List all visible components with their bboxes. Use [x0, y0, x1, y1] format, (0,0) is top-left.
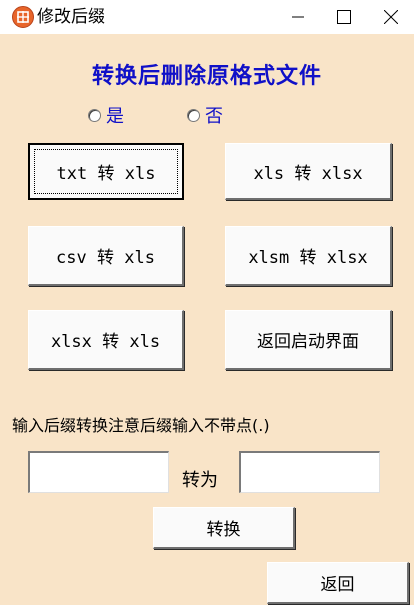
title-bar[interactable]: 修改后缀	[0, 0, 414, 34]
convert-label: 转换	[206, 520, 241, 540]
convert-button[interactable]: 转换	[153, 507, 295, 549]
xls-to-xlsx-button[interactable]: xls 转 xlsx	[225, 143, 392, 200]
suffix-hint: 输入后缀转换注意后缀输入不带点(.)	[12, 416, 270, 435]
maximize-icon	[337, 10, 351, 24]
xls-to-xlsx-label: xls 转 xlsx	[253, 163, 363, 184]
focus-ring	[34, 149, 178, 194]
back-button[interactable]: 返回	[267, 562, 409, 604]
close-button[interactable]	[368, 0, 414, 34]
radio-no-label: 否	[205, 106, 223, 127]
window-title: 修改后缀	[37, 7, 105, 27]
app-icon	[12, 6, 34, 28]
back-label: 返回	[320, 575, 355, 595]
xlsm-to-xlsx-label: xlsm 转 xlsx	[248, 248, 368, 268]
radio-yes[interactable]: 是	[88, 105, 124, 127]
radio-yes-circle[interactable]	[88, 108, 101, 122]
minimize-button[interactable]	[275, 0, 321, 34]
radio-no[interactable]: 否	[187, 105, 223, 127]
back-to-launch-button[interactable]: 返回启动界面	[225, 310, 392, 370]
back-to-launch-label: 返回启动界面	[257, 332, 359, 352]
xlsx-to-xls-button[interactable]: xlsx 转 xls	[28, 310, 184, 370]
xlsx-to-xls-label: xlsx 转 xls	[50, 332, 161, 352]
radio-yes-label: 是	[106, 106, 124, 127]
close-icon	[384, 10, 398, 24]
to-suffix-input[interactable]	[239, 451, 380, 493]
from-suffix-input[interactable]	[28, 451, 169, 493]
page-heading: 转换后删除原格式文件	[91, 63, 322, 89]
minimize-icon	[292, 16, 304, 18]
xlsm-to-xlsx-button[interactable]: xlsm 转 xlsx	[225, 226, 392, 286]
convert-to-label: 转为	[182, 470, 218, 491]
radio-no-circle[interactable]	[187, 108, 200, 122]
maximize-button[interactable]	[321, 0, 367, 34]
txt-to-xls-button[interactable]: txt 转 xls	[28, 143, 184, 200]
csv-to-xls-label: csv 转 xls	[56, 248, 155, 268]
csv-to-xls-button[interactable]: csv 转 xls	[28, 226, 184, 286]
